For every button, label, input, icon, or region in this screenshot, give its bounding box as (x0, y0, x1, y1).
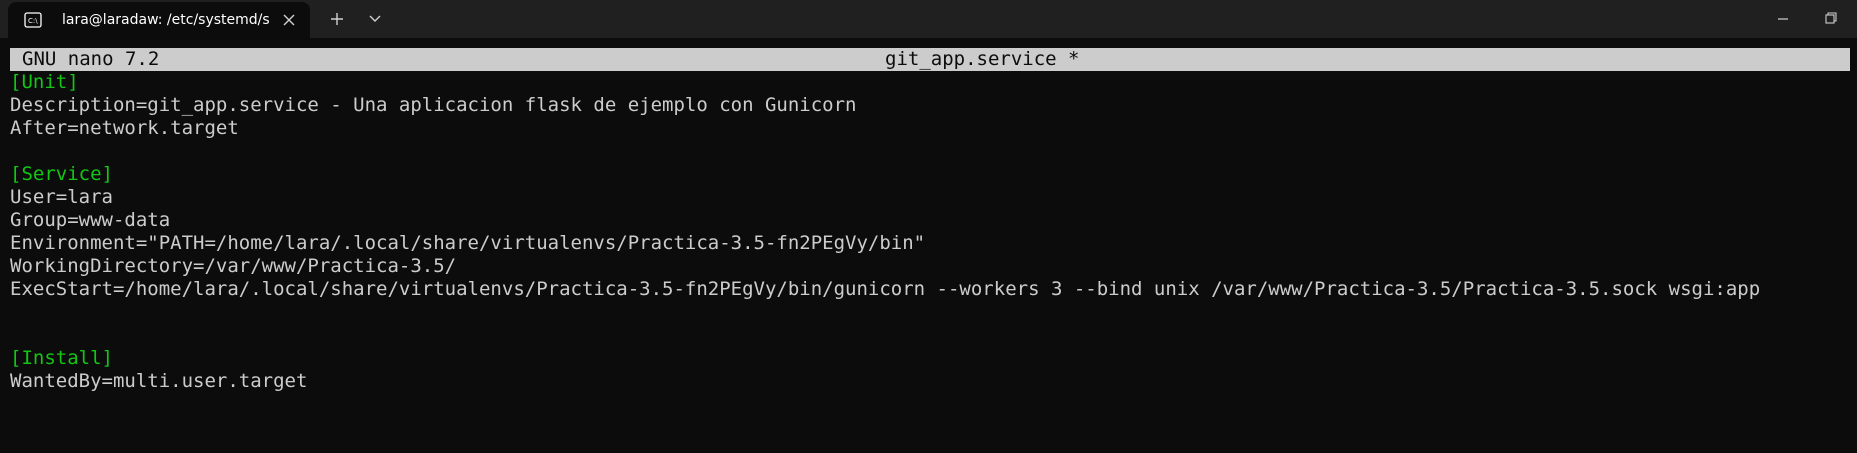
plus-icon (322, 6, 352, 32)
file-line: WantedBy=multi.user.target (10, 370, 308, 392)
file-line: User=lara (10, 186, 113, 208)
chevron-down-icon (360, 6, 390, 32)
nano-header-bar: GNU nano 7.2 git_app.service * (10, 48, 1850, 71)
file-line: Description=git_app.service - Una aplica… (10, 94, 857, 116)
file-line: Group=www-data (10, 209, 171, 231)
section-header-line: [Unit] (10, 71, 1850, 94)
file-line: ExecStart=/home/lara/.local/share/virtua… (10, 278, 1761, 300)
minimize-icon (1760, 0, 1806, 38)
close-icon[interactable] (281, 12, 297, 28)
minimize-button[interactable] (1760, 0, 1806, 38)
terminal-icon: C:\ (24, 12, 42, 28)
tab-dropdown-button[interactable] (360, 6, 390, 32)
section-header-line: [Service] (10, 163, 113, 185)
svg-text:C:\: C:\ (28, 17, 38, 25)
file-line (10, 301, 1850, 324)
new-tab-button[interactable] (322, 6, 352, 32)
file-line: Environment="PATH=/home/lara/.local/shar… (10, 232, 926, 254)
file-content[interactable]: [Unit]Description=git_app.service - Una … (10, 71, 1850, 393)
nano-filename: git_app.service * (885, 48, 1080, 70)
terminal-content[interactable]: GNU nano 7.2 git_app.service * [Unit]Des… (10, 48, 1850, 448)
nano-version: GNU nano 7.2 (22, 48, 160, 70)
file-line (10, 324, 1850, 347)
file-line: WorkingDirectory=/var/www/Practica-3.5/ (10, 255, 457, 277)
terminal-window: C:\ lara@laradaw: /etc/systemd/s GNU nan… (0, 0, 1857, 453)
restore-icon (1808, 0, 1854, 38)
file-line: After=network.target (10, 117, 239, 139)
tab-title: lara@laradaw: /etc/systemd/s (62, 12, 270, 28)
restore-button[interactable] (1808, 0, 1854, 38)
terminal-tab[interactable]: C:\ lara@laradaw: /etc/systemd/s (8, 2, 310, 38)
section-header-line: [Install] (10, 347, 113, 369)
file-line (10, 140, 1850, 163)
title-bar: C:\ lara@laradaw: /etc/systemd/s (0, 0, 1857, 38)
